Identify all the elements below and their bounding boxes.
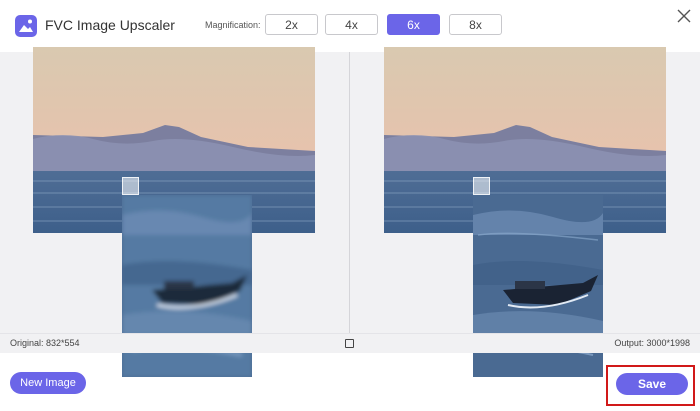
square-icon[interactable]	[345, 339, 354, 348]
zoom-selection-box[interactable]	[473, 177, 490, 195]
image-upscale-icon	[15, 15, 37, 37]
preview-divider[interactable]	[349, 52, 350, 333]
magnification-6x-button[interactable]: 6x	[387, 14, 440, 35]
zoom-selection-box[interactable]	[122, 177, 139, 195]
header-bar: FVC Image Upscaler Magnification: 2x 4x …	[0, 0, 700, 52]
save-button[interactable]: Save	[616, 373, 688, 395]
new-image-button[interactable]: New Image	[10, 372, 86, 394]
magnification-4x-button[interactable]: 4x	[325, 14, 378, 35]
output-size-label: Output: 3000*1998	[614, 338, 690, 348]
magnification-2x-button[interactable]: 2x	[265, 14, 318, 35]
close-icon[interactable]	[675, 7, 693, 25]
magnification-label: Magnification:	[205, 20, 261, 30]
magnification-8x-button[interactable]: 8x	[449, 14, 502, 35]
app-title: FVC Image Upscaler	[45, 17, 175, 33]
original-size-label: Original: 832*554	[10, 338, 80, 348]
